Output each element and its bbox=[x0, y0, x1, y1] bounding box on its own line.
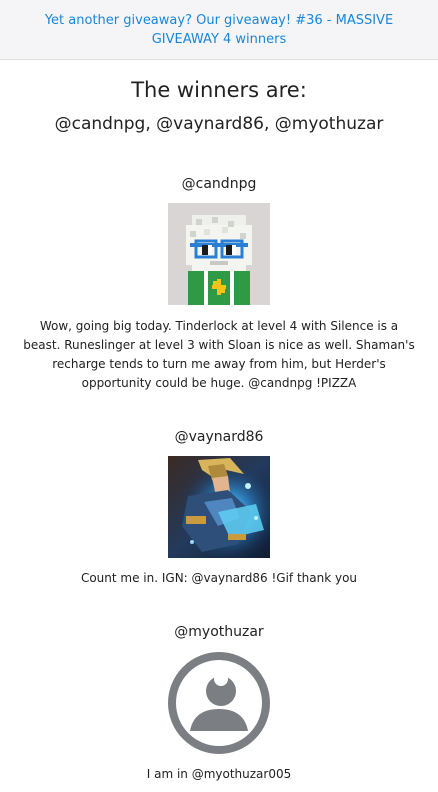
winner-username: @candnpg bbox=[181, 176, 257, 192]
winner-comment: Wow, going big today. Tinderlock at leve… bbox=[23, 319, 415, 390]
game-character-avatar bbox=[168, 456, 270, 558]
winner-card-candnpg: @candnpg Wow, going big today. Tinderloc… bbox=[0, 175, 438, 393]
default-user-icon bbox=[168, 652, 270, 754]
winners-headline: The winners are: @candnpg, @vaynard86, @… bbox=[0, 77, 438, 135]
winner-comment: Count me in. IGN: @vaynard86 !Gif thank … bbox=[80, 571, 358, 585]
winner-username: @vaynard86 bbox=[174, 429, 264, 445]
winners-list: @candnpg, @vaynard86, @myothuzar bbox=[54, 114, 384, 134]
page-header: Yet another giveaway? Our giveaway! #36 … bbox=[0, 0, 438, 60]
giveaway-title-link[interactable]: Yet another giveaway? Our giveaway! #36 … bbox=[22, 11, 416, 49]
winner-comment: I am in @myothuzar005 bbox=[146, 767, 292, 781]
pixel-art-avatar bbox=[168, 203, 270, 305]
winner-username: @myothuzar bbox=[174, 624, 264, 640]
winners-title: The winners are: bbox=[131, 78, 307, 102]
winner-card-myothuzar: @myothuzar I am in @myothuzar005 bbox=[0, 623, 438, 784]
winner-card-vaynard86: @vaynard86 Count me in. IGN: @vaynard86 … bbox=[0, 428, 438, 588]
